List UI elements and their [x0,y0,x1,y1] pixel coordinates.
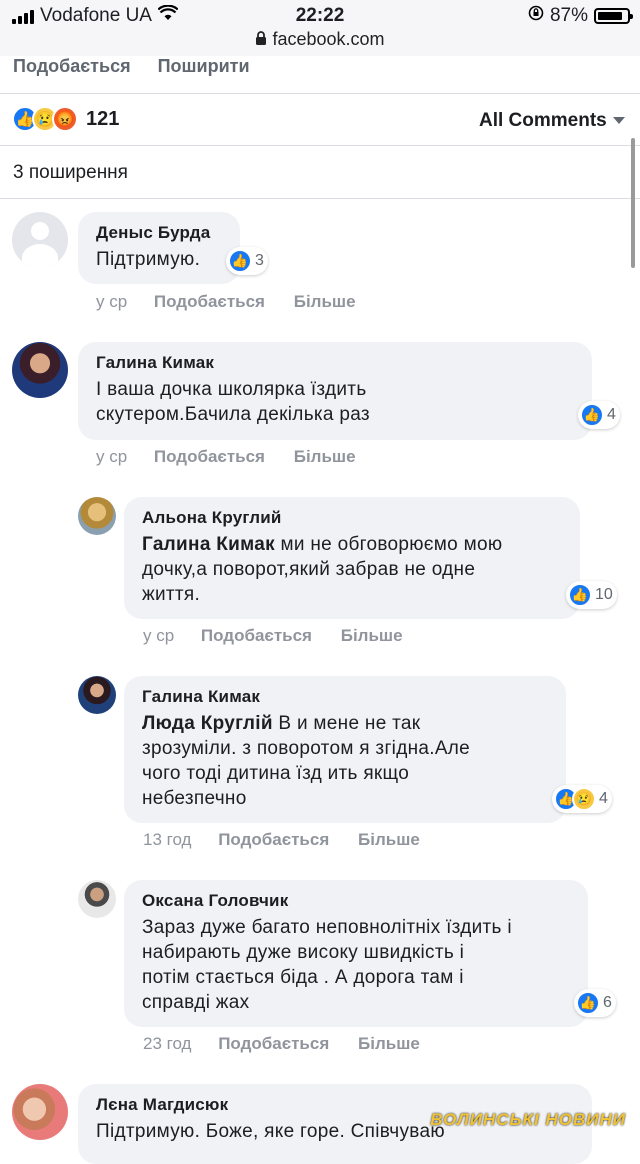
battery-group: 87% [528,5,633,27]
reply-meta: 23 год Подобається Більше [143,1034,444,1054]
reply-reactions-badge[interactable]: 👍 10 [566,581,617,609]
comment-author[interactable]: Деныс Бурда [96,223,226,243]
divider [0,145,640,146]
like-icon: 👍 [228,249,252,273]
comment-reactions-badge[interactable]: 👍 4 [578,401,620,429]
reply-like-button[interactable]: Подобається [218,830,329,849]
mention-link[interactable]: Галина Кимак [142,534,275,555]
like-icon: 👍 [580,403,604,427]
scrollbar[interactable] [631,138,635,268]
reply-author[interactable]: Альона Круглий [142,508,566,528]
comment-text: І ваша дочка школярка їздить скутером.Ба… [96,379,370,425]
shares-count[interactable]: 3 поширення [13,162,128,184]
avatar[interactable] [12,1084,68,1140]
avatar[interactable] [78,497,116,535]
comment-meta: у ср Подобається Більше [96,292,380,312]
reply-text: Люда Круглій В и мене не так зрозуміли. … [142,711,552,811]
comment-bubble: Галина Кимак І ваша дочка школярка їздит… [78,342,592,440]
reply-bubble: Галина Кимак Люда Круглій В и мене не та… [124,676,566,823]
reply-meta: 13 год Подобається Більше [143,830,444,850]
caret-down-icon [612,110,626,131]
comment-like-button[interactable]: Подобається [154,447,265,466]
avatar[interactable] [78,676,116,714]
reply-text: Зараз дуже багато неповнолітніх їздить і… [142,917,512,1013]
reply-author[interactable]: Оксана Головчик [142,891,574,911]
reaction-count: 6 [603,994,612,1011]
post-like-button[interactable]: Подобається [13,56,131,76]
reaction-count: 4 [599,790,608,807]
comment-more-button[interactable]: Більше [294,292,356,311]
comment-reactions-badge[interactable]: 👍 3 [226,247,268,275]
avatar[interactable] [12,342,68,398]
reply-text: Галина Кимак ми не обговорюємо мою дочку… [142,532,566,607]
reply-bubble: Альона Круглий Галина Кимак ми не обгово… [124,497,580,619]
reply-meta: у ср Подобається Більше [143,626,427,646]
angry-icon: 😡 [52,106,78,132]
watermark-logo: ВОЛИНСЬКІ НОВИНИ [430,1110,626,1129]
reaction-count: 10 [595,586,613,603]
reactions-summary[interactable]: 👍 😢 😡 121 [12,106,119,132]
reply-time[interactable]: 13 год [143,830,191,849]
comment-time[interactable]: у ср [96,447,127,466]
reply-more-button[interactable]: Більше [358,830,420,849]
comment-like-button[interactable]: Подобається [154,292,265,311]
reply-time[interactable]: 23 год [143,1034,191,1053]
comment-bubble: Деныс Бурда Підтримую. [78,212,240,284]
comment-time[interactable]: у ср [96,292,127,311]
comment-text: Підтримую. [96,249,201,270]
mention-link[interactable]: Люда Круглій [142,713,273,734]
comments-filter-label: All Comments [478,110,607,131]
like-icon: 👍 [576,991,600,1015]
lock-icon [255,29,272,49]
reactions-count: 121 [86,107,120,130]
reaction-count: 4 [607,406,616,423]
divider [0,93,640,94]
reply-reactions-badge[interactable]: 👍 6 [574,989,616,1017]
comment-author[interactable]: Галина Кимак [96,353,578,373]
divider [0,198,640,199]
reply-bubble: Оксана Головчик Зараз дуже багато неповн… [124,880,588,1027]
reply-more-button[interactable]: Більше [341,626,403,645]
orientation-lock-icon [528,5,544,27]
status-bar: Vodafone UA 22:22 87% [0,0,640,30]
battery-icon [594,8,633,24]
reply-author[interactable]: Галина Кимак [142,687,552,707]
comment-meta: у ср Подобається Більше [96,447,380,467]
reply-like-button[interactable]: Подобається [218,1034,329,1053]
reply-more-button[interactable]: Більше [358,1034,420,1053]
comment-more-button[interactable]: Більше [294,447,356,466]
post-share-button[interactable]: Поширити [158,56,250,76]
like-icon: 👍 [568,583,592,607]
comments-filter-dropdown[interactable]: All Comments [479,110,626,132]
url-bar[interactable]: facebook.com [0,28,640,56]
reply-reactions-badge[interactable]: 👍 😢 4 [552,785,612,813]
post-actions: Подобається Поширити [13,56,272,77]
avatar[interactable] [78,880,116,918]
avatar[interactable] [12,212,68,268]
reaction-count: 3 [255,252,264,269]
url-text: facebook.com [272,28,385,49]
battery-percent: 87% [549,5,588,26]
sad-icon: 😢 [572,787,596,811]
reply-like-button[interactable]: Подобається [201,626,312,645]
reply-time[interactable]: у ср [143,626,174,645]
